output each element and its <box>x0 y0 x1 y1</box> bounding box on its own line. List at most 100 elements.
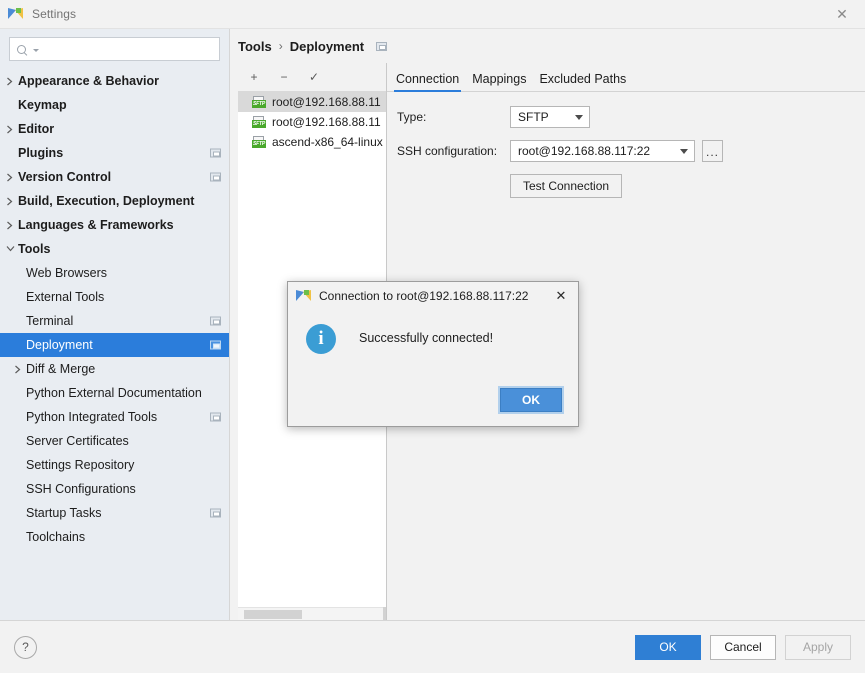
sidebar-item-server-certificates[interactable]: Server Certificates <box>0 429 229 453</box>
deployment-tabs: Connection Mappings Excluded Paths <box>387 63 865 92</box>
sidebar-item-label: Server Certificates <box>26 434 129 448</box>
tab-mappings[interactable]: Mappings <box>471 72 527 91</box>
settings-scope-icon[interactable] <box>210 172 221 182</box>
sidebar-item-python-external-documentation[interactable]: Python External Documentation <box>0 381 229 405</box>
type-select[interactable]: SFTP <box>510 106 590 128</box>
sidebar-item-plugins[interactable]: Plugins <box>0 141 229 165</box>
sidebar-item-label: Python External Documentation <box>26 386 202 400</box>
chevron-down-icon[interactable] <box>2 245 18 253</box>
info-icon: i <box>306 324 336 354</box>
close-icon[interactable]: ✕ <box>819 0 865 28</box>
server-name: ascend-x86_64-linux <box>272 135 383 149</box>
breadcrumb-current: Deployment <box>289 38 365 54</box>
sidebar-item-settings-repository[interactable]: Settings Repository <box>0 453 229 477</box>
sidebar-item-terminal[interactable]: Terminal <box>0 309 229 333</box>
chevron-right-icon[interactable] <box>2 77 18 86</box>
sftp-server-icon: SFTP <box>252 115 267 129</box>
breadcrumb-parent[interactable]: Tools <box>238 39 272 54</box>
test-connection-row: Test Connection <box>397 174 865 198</box>
sidebar-item-label: Plugins <box>18 146 64 160</box>
dialog-button-bar: ? OK Cancel Apply <box>0 620 865 673</box>
sidebar-item-version-control[interactable]: Version Control <box>0 165 229 189</box>
ssh-configuration-select[interactable]: root@192.168.88.117:22 <box>510 140 695 162</box>
search-box[interactable] <box>9 37 220 61</box>
chevron-right-icon[interactable] <box>2 125 18 134</box>
sidebar-item-label: Keymap <box>18 98 67 112</box>
server-list-item[interactable]: SFTP root@192.168.88.11 <box>238 112 386 132</box>
chevron-right-icon[interactable] <box>10 365 26 374</box>
settings-scope-icon[interactable] <box>210 508 221 518</box>
sidebar-item-label: SSH Configurations <box>26 482 136 496</box>
search-input[interactable] <box>39 42 219 56</box>
settings-scope-icon[interactable] <box>210 412 221 422</box>
sidebar-item-label: Editor <box>18 122 55 136</box>
dialog-message: Successfully connected! <box>359 331 494 345</box>
settings-scope-icon[interactable] <box>210 148 221 158</box>
sftp-tag-label: SFTP <box>252 119 266 128</box>
chevron-right-icon[interactable] <box>2 221 18 230</box>
sidebar-item-toolchains[interactable]: Toolchains <box>0 525 229 549</box>
sidebar-item-label: Terminal <box>26 314 74 328</box>
settings-scope-icon[interactable] <box>210 340 221 350</box>
help-icon[interactable]: ? <box>14 635 37 659</box>
settings-sidebar: Appearance & Behavior Keymap Editor Plugins… <box>0 29 230 620</box>
sidebar-item-build-execution-deployment[interactable]: Build, Execution, Deployment <box>0 189 229 213</box>
test-connection-button[interactable]: Test Connection <box>510 174 623 198</box>
tab-excluded-paths[interactable]: Excluded Paths <box>538 72 627 91</box>
apply-button: Apply <box>785 634 851 660</box>
sidebar-item-editor[interactable]: Editor <box>0 117 229 141</box>
chevron-right-icon[interactable] <box>2 197 18 206</box>
set-default-server-icon[interactable]: ✓ <box>306 69 322 85</box>
sidebar-item-label: Appearance & Behavior <box>18 74 160 88</box>
sftp-tag-label: SFTP <box>252 99 266 108</box>
type-select-value: SFTP <box>518 110 549 124</box>
server-name: root@192.168.88.11 <box>272 115 381 129</box>
ok-button[interactable]: OK <box>635 634 701 660</box>
remove-server-icon[interactable]: − <box>276 69 292 85</box>
settings-scope-icon[interactable] <box>210 316 221 326</box>
pycharm-logo-icon <box>296 288 312 304</box>
vscrollbar-edge[interactable] <box>383 607 386 620</box>
server-list-hscrollbar[interactable] <box>238 607 386 620</box>
dialog-footer: OK <box>288 378 578 426</box>
sidebar-item-deployment[interactable]: Deployment <box>0 333 229 357</box>
sftp-server-icon: SFTP <box>252 95 267 109</box>
sidebar-item-external-tools[interactable]: External Tools <box>0 285 229 309</box>
sidebar-item-languages-frameworks[interactable]: Languages & Frameworks <box>0 213 229 237</box>
dialog-body: i Successfully connected! <box>288 310 578 378</box>
window-title: Settings <box>32 7 77 21</box>
search-icon <box>16 43 29 56</box>
sidebar-item-label: Languages & Frameworks <box>18 218 174 232</box>
sidebar-item-appearance-behavior[interactable]: Appearance & Behavior <box>0 69 229 93</box>
chevron-down-icon <box>569 114 589 120</box>
chevron-right-icon[interactable] <box>2 173 18 182</box>
dialog-titlebar: Connection to root@192.168.88.117:22 ✕ <box>288 282 578 310</box>
breadcrumb-separator: › <box>278 39 283 53</box>
sidebar-item-startup-tasks[interactable]: Startup Tasks <box>0 501 229 525</box>
sidebar-item-label: Version Control <box>18 170 112 184</box>
sidebar-item-python-integrated-tools[interactable]: Python Integrated Tools <box>0 405 229 429</box>
close-icon[interactable]: ✕ <box>544 282 578 310</box>
dialog-ok-button[interactable]: OK <box>500 388 562 412</box>
ssh-configuration-row: SSH configuration: root@192.168.88.117:2… <box>397 140 865 162</box>
sidebar-item-tools[interactable]: Tools <box>0 237 229 261</box>
cancel-button[interactable]: Cancel <box>710 634 776 660</box>
server-list-item[interactable]: SFTP root@192.168.88.11 <box>238 92 386 112</box>
hscrollbar-thumb[interactable] <box>244 610 302 619</box>
sidebar-item-diff-merge[interactable]: Diff & Merge <box>0 357 229 381</box>
breadcrumb: Tools › Deployment <box>230 29 865 63</box>
sidebar-item-ssh-configurations[interactable]: SSH Configurations <box>0 477 229 501</box>
tab-connection[interactable]: Connection <box>393 72 462 92</box>
sidebar-item-label: Startup Tasks <box>26 506 102 520</box>
dialog-title: Connection to root@192.168.88.117:22 <box>319 289 529 303</box>
sidebar-item-label: Build, Execution, Deployment <box>18 194 195 208</box>
sidebar-item-web-browsers[interactable]: Web Browsers <box>0 261 229 285</box>
ssh-configuration-browse-button[interactable]: ... <box>702 140 723 162</box>
add-server-icon[interactable]: + <box>246 69 262 85</box>
type-label: Type: <box>397 110 427 124</box>
ssh-configuration-label: SSH configuration: <box>397 144 498 158</box>
project-scope-icon[interactable] <box>376 41 388 51</box>
sidebar-item-label: External Tools <box>26 290 105 304</box>
server-list-item[interactable]: SFTP ascend-x86_64-linux <box>238 132 386 152</box>
sidebar-item-keymap[interactable]: Keymap <box>0 93 229 117</box>
